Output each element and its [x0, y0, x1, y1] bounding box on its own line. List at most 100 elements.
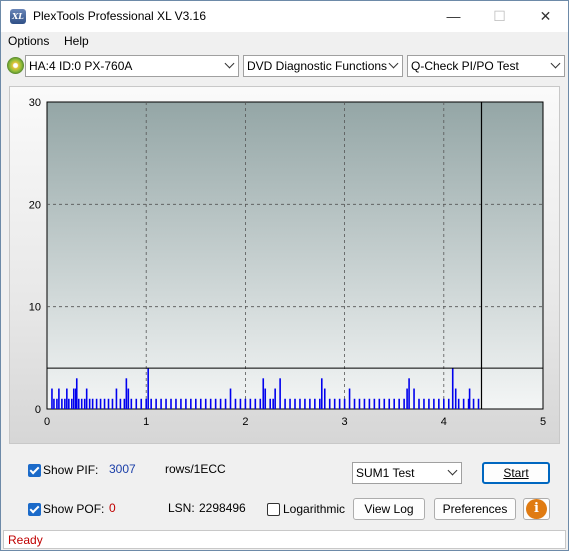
pif-bar [406, 388, 408, 409]
pif-bar [304, 398, 306, 409]
pif-bar [320, 378, 323, 409]
sum-test-select[interactable]: SUM1 Test [352, 462, 462, 484]
pif-bar [408, 378, 410, 409]
start-button[interactable]: Start [482, 462, 550, 484]
pif-bar [72, 388, 75, 409]
preferences-label: Preferences [442, 502, 508, 516]
pif-bar [66, 388, 68, 409]
x-tick-label: 1 [143, 416, 149, 428]
pif-bar [438, 398, 440, 409]
pif-bar [451, 368, 454, 409]
maximize-button[interactable]: ☐ [477, 1, 522, 32]
logarithmic-label: Logarithmic [283, 502, 346, 516]
pif-bar [269, 398, 271, 409]
pif-bar [107, 398, 110, 409]
pif-bar [338, 398, 341, 409]
pif-bar [145, 398, 147, 409]
pif-bar [314, 398, 316, 409]
pif-bar [333, 398, 336, 409]
pif-bar [398, 398, 400, 409]
pif-bar [209, 398, 212, 409]
pif-bar [234, 398, 237, 409]
x-tick-label: 3 [342, 416, 348, 428]
pif-unit: rows/1ECC [165, 462, 226, 476]
lsn-value: 2298496 [199, 501, 246, 515]
pif-bar [61, 398, 63, 409]
pif-bar [185, 398, 187, 409]
pif-bar [91, 398, 94, 409]
pif-bar [119, 398, 122, 409]
pif-bar [428, 398, 430, 409]
x-tick-label: 0 [44, 416, 50, 428]
pif-bar [348, 388, 351, 409]
pif-bar [219, 398, 222, 409]
pif-bar [68, 398, 70, 409]
pif-bar [462, 398, 465, 409]
test-select[interactable]: Q-Check PI/PO Test [407, 55, 565, 77]
pif-bar [51, 388, 53, 409]
show-pof-checkbox[interactable] [28, 503, 41, 516]
plot-area [46, 101, 544, 410]
show-pof-label: Show POF: [43, 502, 105, 516]
pif-bar [123, 398, 126, 409]
chevron-down-icon [388, 58, 399, 69]
pif-bar [388, 398, 391, 409]
pif-bar [358, 398, 361, 409]
pif-bar [259, 398, 262, 409]
pif-bar [204, 398, 207, 409]
pif-bar [254, 398, 257, 409]
pif-bar [88, 398, 91, 409]
chart-panel: 0 1 2 3 4 5 0 10 20 30 [9, 86, 560, 444]
pif-bar [190, 398, 192, 409]
pif-bar [418, 398, 420, 409]
chevron-down-icon [224, 58, 235, 69]
pif-bar [423, 398, 425, 409]
pif-bar [165, 398, 167, 409]
function-select[interactable]: DVD Diagnostic Functions [243, 55, 403, 77]
pif-bar [433, 398, 435, 409]
pif-bar [272, 398, 274, 409]
view-log-button[interactable]: View Log [353, 498, 425, 520]
minimize-button[interactable]: — [431, 1, 476, 32]
pif-bar [343, 398, 346, 409]
pif-bar [224, 398, 227, 409]
test-select-value: Q-Check PI/PO Test [411, 59, 519, 73]
y-axis-ticks: 0 10 20 30 [29, 97, 41, 416]
pif-bar [319, 398, 321, 409]
menu-help[interactable]: Help [64, 34, 89, 48]
lsn-label: LSN: [168, 501, 195, 515]
toolbar: HA:4 ID:0 PX-760A DVD Diagnostic Functio… [1, 53, 568, 79]
preferences-button[interactable]: Preferences [434, 498, 516, 520]
pif-bar [443, 398, 445, 409]
pif-bar [195, 398, 197, 409]
view-log-label: View Log [364, 502, 414, 516]
window-title: PlexTools Professional XL V3.16 [33, 9, 206, 23]
pif-bar [383, 398, 386, 409]
pif-bar [274, 388, 276, 409]
pif-bar [58, 388, 60, 409]
pif-bar [127, 388, 130, 409]
pif-bar [170, 398, 172, 409]
pif-bar [53, 398, 55, 409]
pif-bar [155, 398, 157, 409]
logarithmic-checkbox[interactable] [267, 503, 280, 516]
pif-bar [477, 398, 480, 409]
show-pif-checkbox[interactable] [28, 464, 41, 477]
pif-bar [403, 398, 405, 409]
pi-po-chart: 0 1 2 3 4 5 0 10 20 30 [29, 97, 546, 428]
info-button[interactable]: i [523, 498, 550, 520]
close-button[interactable]: ✕ [523, 1, 568, 32]
status-bar: Ready [3, 530, 566, 549]
drive-select[interactable]: HA:4 ID:0 PX-760A [25, 55, 239, 77]
pif-bar [83, 398, 86, 409]
pif-bar [279, 378, 281, 409]
pif-bar [262, 378, 265, 409]
drive-select-value: HA:4 ID:0 PX-760A [29, 59, 133, 73]
pif-bar [140, 398, 143, 409]
pif-bar [284, 398, 286, 409]
pif-bar [85, 388, 88, 409]
x-tick-label: 4 [441, 416, 447, 428]
x-axis-ticks: 0 1 2 3 4 5 [44, 416, 546, 428]
pif-bar [373, 398, 376, 409]
menu-options[interactable]: Options [8, 34, 49, 48]
